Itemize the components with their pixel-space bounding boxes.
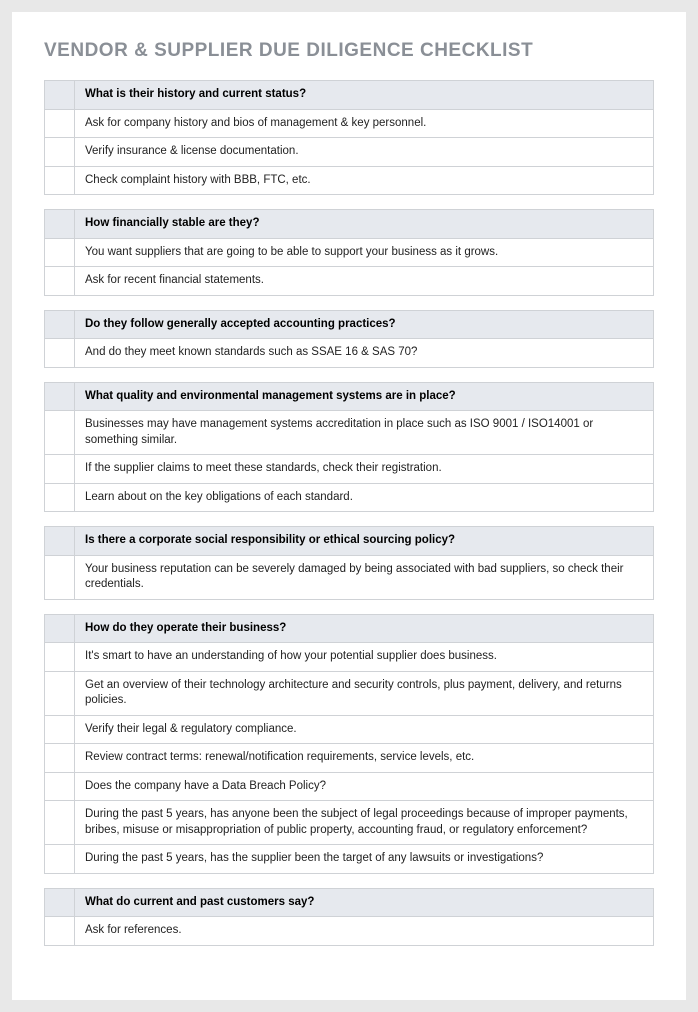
sections-container: What is their history and current status… <box>44 80 654 946</box>
item-checkbox-cell[interactable] <box>45 138 75 166</box>
item-text: Ask for recent financial statements. <box>75 267 653 295</box>
section-header-row: Is there a corporate social responsibili… <box>45 527 653 556</box>
item-checkbox-cell[interactable] <box>45 672 75 715</box>
checklist-item-row: Ask for recent financial statements. <box>45 267 653 296</box>
checklist-item-row: Verify insurance & license documentation… <box>45 138 653 167</box>
checklist-item-row: During the past 5 years, has the supplie… <box>45 845 653 874</box>
item-checkbox-cell[interactable] <box>45 744 75 772</box>
item-checkbox-cell[interactable] <box>45 339 75 367</box>
checklist-section: What is their history and current status… <box>44 80 654 195</box>
item-checkbox-cell[interactable] <box>45 267 75 295</box>
item-text: Ask for company history and bios of mana… <box>75 110 653 138</box>
section-header-text: What do current and past customers say? <box>75 889 653 917</box>
checklist-item-row: Your business reputation can be severely… <box>45 556 653 600</box>
item-text: Check complaint history with BBB, FTC, e… <box>75 167 653 195</box>
item-text: Review contract terms: renewal/notificat… <box>75 744 653 772</box>
checklist-item-row: You want suppliers that are going to be … <box>45 239 653 268</box>
section-header-text: Is there a corporate social responsibili… <box>75 527 653 555</box>
item-text: Verify insurance & license documentation… <box>75 138 653 166</box>
checklist-item-row: During the past 5 years, has anyone been… <box>45 801 653 845</box>
checklist-section: How do they operate their business?It's … <box>44 614 654 874</box>
item-checkbox-cell[interactable] <box>45 411 75 454</box>
header-checkbox-cell[interactable] <box>45 81 75 109</box>
checklist-item-row: Ask for references. <box>45 917 653 946</box>
item-checkbox-cell[interactable] <box>45 167 75 195</box>
item-checkbox-cell[interactable] <box>45 455 75 483</box>
checklist-section: Do they follow generally accepted accoun… <box>44 310 654 368</box>
checklist-section: How financially stable are they?You want… <box>44 209 654 296</box>
section-header-text: What quality and environmental managemen… <box>75 383 653 411</box>
item-text: During the past 5 years, has anyone been… <box>75 801 653 844</box>
checklist-section: Is there a corporate social responsibili… <box>44 526 654 600</box>
item-text: And do they meet known standards such as… <box>75 339 653 367</box>
checklist-item-row: Check complaint history with BBB, FTC, e… <box>45 167 653 196</box>
header-checkbox-cell[interactable] <box>45 527 75 555</box>
item-text: During the past 5 years, has the supplie… <box>75 845 653 873</box>
checklist-item-row: Learn about on the key obligations of ea… <box>45 484 653 513</box>
document-page: VENDOR & SUPPLIER DUE DILIGENCE CHECKLIS… <box>12 12 686 1000</box>
item-checkbox-cell[interactable] <box>45 801 75 844</box>
section-header-row: Do they follow generally accepted accoun… <box>45 311 653 340</box>
item-text: Businesses may have management systems a… <box>75 411 653 454</box>
item-checkbox-cell[interactable] <box>45 773 75 801</box>
checklist-item-row: Does the company have a Data Breach Poli… <box>45 773 653 802</box>
item-text: Learn about on the key obligations of ea… <box>75 484 653 512</box>
section-header-row: What do current and past customers say? <box>45 889 653 918</box>
item-text: Ask for references. <box>75 917 653 945</box>
header-checkbox-cell[interactable] <box>45 383 75 411</box>
header-checkbox-cell[interactable] <box>45 615 75 643</box>
checklist-item-row: It's smart to have an understanding of h… <box>45 643 653 672</box>
section-header-text: How financially stable are they? <box>75 210 653 238</box>
page-title: VENDOR & SUPPLIER DUE DILIGENCE CHECKLIS… <box>44 40 654 62</box>
item-checkbox-cell[interactable] <box>45 110 75 138</box>
section-header-row: What is their history and current status… <box>45 81 653 110</box>
section-header-row: What quality and environmental managemen… <box>45 383 653 412</box>
section-header-row: How do they operate their business? <box>45 615 653 644</box>
item-checkbox-cell[interactable] <box>45 239 75 267</box>
checklist-item-row: And do they meet known standards such as… <box>45 339 653 368</box>
item-checkbox-cell[interactable] <box>45 484 75 512</box>
checklist-item-row: If the supplier claims to meet these sta… <box>45 455 653 484</box>
item-text: Does the company have a Data Breach Poli… <box>75 773 653 801</box>
item-text: Your business reputation can be severely… <box>75 556 653 599</box>
header-checkbox-cell[interactable] <box>45 889 75 917</box>
checklist-item-row: Get an overview of their technology arch… <box>45 672 653 716</box>
section-header-row: How financially stable are they? <box>45 210 653 239</box>
item-checkbox-cell[interactable] <box>45 917 75 945</box>
item-text: You want suppliers that are going to be … <box>75 239 653 267</box>
item-checkbox-cell[interactable] <box>45 716 75 744</box>
item-text: Verify their legal & regulatory complian… <box>75 716 653 744</box>
item-text: It's smart to have an understanding of h… <box>75 643 653 671</box>
checklist-item-row: Businesses may have management systems a… <box>45 411 653 455</box>
item-checkbox-cell[interactable] <box>45 556 75 599</box>
item-checkbox-cell[interactable] <box>45 845 75 873</box>
header-checkbox-cell[interactable] <box>45 311 75 339</box>
checklist-item-row: Review contract terms: renewal/notificat… <box>45 744 653 773</box>
section-header-text: Do they follow generally accepted accoun… <box>75 311 653 339</box>
header-checkbox-cell[interactable] <box>45 210 75 238</box>
item-text: If the supplier claims to meet these sta… <box>75 455 653 483</box>
checklist-section: What quality and environmental managemen… <box>44 382 654 513</box>
checklist-item-row: Verify their legal & regulatory complian… <box>45 716 653 745</box>
checklist-item-row: Ask for company history and bios of mana… <box>45 110 653 139</box>
section-header-text: What is their history and current status… <box>75 81 653 109</box>
item-checkbox-cell[interactable] <box>45 643 75 671</box>
section-header-text: How do they operate their business? <box>75 615 653 643</box>
checklist-section: What do current and past customers say?A… <box>44 888 654 946</box>
item-text: Get an overview of their technology arch… <box>75 672 653 715</box>
